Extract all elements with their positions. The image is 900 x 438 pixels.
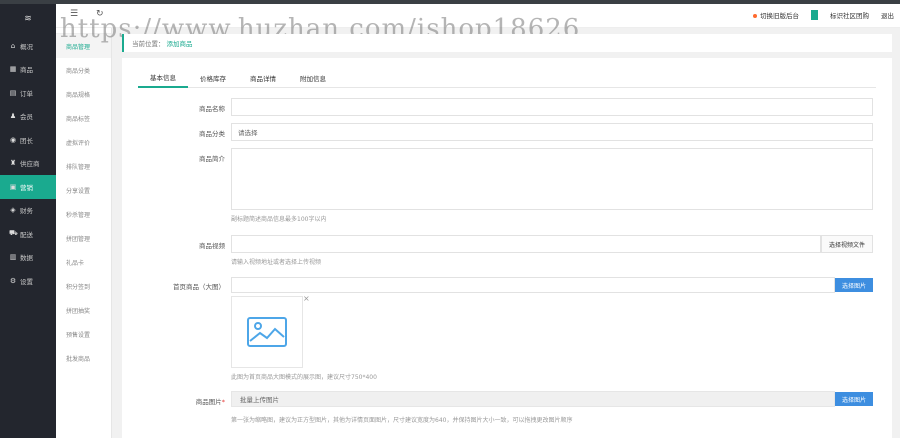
sidebar-item-label: 会员 [20, 113, 33, 122]
subnav-item-4[interactable]: 虚拟评价 [56, 130, 111, 154]
settings-icon: ⚙ [9, 276, 17, 285]
name-label: 商品名称 [199, 105, 225, 113]
sidebar-item-label: 数据 [20, 254, 33, 263]
select-gallery-button[interactable]: 选择图片 [835, 392, 873, 406]
subnav-item-12[interactable]: 预售设置 [56, 322, 111, 346]
sidebar-item-label: 订单 [20, 89, 33, 98]
cover-label: 首页商品（大图） [173, 283, 225, 291]
required-mark: * [221, 398, 225, 406]
sidebar-item-label: 营销 [20, 183, 33, 192]
subnav-item-8[interactable]: 拼团管理 [56, 226, 111, 250]
sidebar-item-10[interactable]: ⚙ 设置 [0, 269, 56, 293]
sidebar-item-label: 设置 [20, 277, 33, 286]
summary-label: 商品简介 [199, 155, 225, 163]
category-select[interactable]: 请选择 [231, 123, 873, 141]
tab-price-stock[interactable]: 价格库存 [188, 68, 238, 88]
sidebar-item-label: 团长 [20, 136, 33, 145]
video-input[interactable] [231, 235, 821, 253]
sidebar-item-5[interactable]: ♜ 供应商 [0, 152, 56, 176]
sidebar-item-0[interactable]: ⌂ 概况 [0, 34, 56, 58]
subnav-item-9[interactable]: 礼品卡 [56, 250, 111, 274]
sub-sidebar: 秒杀管理 商品管理商品分类商品规格商品标签虚拟评价排队管理分享设置秒杀管理拼团管… [56, 4, 112, 438]
sidebar-item-label: 概况 [20, 42, 33, 51]
tab-goods-detail[interactable]: 商品详情 [238, 68, 288, 88]
community-link[interactable]: 标识社区团购 [830, 10, 869, 20]
old-admin-link[interactable]: 切换旧版后台 [753, 10, 799, 20]
supplier-icon: ♜ [9, 159, 17, 168]
marketing-icon: ▣ [9, 182, 17, 191]
sidebar-item-label: 财务 [20, 207, 33, 216]
member-icon: ♟ [9, 112, 17, 121]
tab-bar: 基本信息 价格库存 商品详情 附加信息 [138, 68, 876, 88]
sidebar-item-label: 配送 [20, 230, 33, 239]
sidebar-item-6[interactable]: ▣ 营销 [0, 175, 56, 199]
refresh-icon[interactable]: ↻ [96, 9, 104, 19]
subnav-item-3[interactable]: 商品标签 [56, 106, 111, 130]
subnav-item-11[interactable]: 拼团抽奖 [56, 298, 111, 322]
logout-link[interactable]: 退出 [881, 10, 894, 20]
sidebar-item-8[interactable]: ⛟ 配送 [0, 222, 56, 246]
select-cover-button[interactable]: 选择图片 [835, 278, 873, 292]
logo: ≋ [24, 14, 32, 24]
subnav-item-7[interactable]: 秒杀管理 [56, 202, 111, 226]
sidebar-item-1[interactable]: ▦ 商品 [0, 58, 56, 82]
tab-extra-info[interactable]: 附加信息 [288, 68, 338, 88]
form-panel: 基本信息 价格库存 商品详情 附加信息 商品名称 商品分类 请选择 商品简介 副… [122, 58, 892, 438]
gallery-upload-field[interactable]: 批量上传图片 [231, 391, 835, 407]
cover-preview [231, 296, 303, 368]
menu-toggle-icon[interactable]: ☰ [70, 9, 78, 19]
remove-cover-icon[interactable]: × [303, 294, 310, 303]
breadcrumb-current[interactable]: 添加商品 [167, 38, 193, 48]
image-placeholder-icon [247, 317, 287, 347]
summary-textarea[interactable] [231, 148, 873, 210]
subnav-item-6[interactable]: 分享设置 [56, 178, 111, 202]
summary-hint: 副标题简述商品信息最多100字以内 [231, 216, 327, 223]
select-video-button[interactable]: 选择视频文件 [821, 235, 873, 253]
video-hint: 请输入视频地址或者选择上传视频 [231, 259, 322, 266]
home-icon: ⌂ [10, 41, 16, 50]
finance-icon: ◈ [10, 206, 16, 215]
gallery-hint: 第一张为缩略图，建议为正方型图片，其他为详情页面图片，尺寸建议宽度为640，并保… [231, 417, 573, 424]
group-icon: ◉ [9, 135, 17, 144]
subnav-item-0[interactable]: 商品管理 [56, 34, 111, 58]
video-label: 商品视频 [199, 242, 225, 250]
sidebar-item-2[interactable]: ▤ 订单 [0, 81, 56, 105]
top-bar: ☰ ↻ 切换旧版后台 标识社区团购 退出 [56, 4, 900, 28]
data-icon: ▥ [9, 253, 17, 262]
cover-hint: 此图为首页商品大图模式的展示图，建议尺寸750*400 [231, 374, 377, 381]
name-input[interactable] [231, 98, 873, 116]
breadcrumb: 当前位置： 添加商品 [122, 34, 892, 52]
subnav-item-1[interactable]: 商品分类 [56, 58, 111, 82]
order-icon: ▤ [9, 88, 17, 97]
subnav-item-2[interactable]: 商品规格 [56, 82, 111, 106]
sidebar-item-4[interactable]: ◉ 团长 [0, 128, 56, 152]
subnav-item-13[interactable]: 批发商品 [56, 346, 111, 370]
main-sidebar: ≋ ⌂ 概况 ▦ 商品 ▤ 订单 ♟ 会员 ◉ 团长 ♜ 供应商 ▣ 营销 ◈ 财务 ⛟ 配送 ▥ 数据 ⚙ 设置 [0, 4, 56, 438]
cover-input[interactable] [231, 277, 835, 293]
subnav-item-5[interactable]: 排队管理 [56, 154, 111, 178]
goods-icon: ▦ [9, 65, 17, 74]
gallery-label: 商品图片* [195, 398, 225, 406]
sidebar-item-3[interactable]: ♟ 会员 [0, 105, 56, 129]
subnav-item-10[interactable]: 积分签到 [56, 274, 111, 298]
notice-dot-icon [753, 14, 757, 18]
sidebar-item-7[interactable]: ◈ 财务 [0, 199, 56, 223]
category-label: 商品分类 [199, 130, 225, 138]
sidebar-item-9[interactable]: ▥ 数据 [0, 246, 56, 270]
sidebar-item-label: 供应商 [20, 160, 40, 169]
tab-basic-info[interactable]: 基本信息 [138, 68, 188, 88]
sidebar-item-label: 商品 [20, 66, 33, 75]
brand-badge-icon [811, 10, 818, 20]
delivery-icon: ⛟ [9, 229, 18, 238]
